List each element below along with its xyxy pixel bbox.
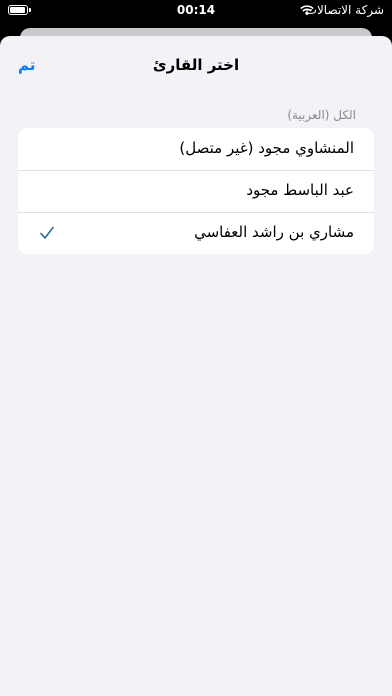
- carrier-label: شركة الاتصالات: [305, 3, 384, 17]
- reciter-label: المنشاوي مجود (غير متصل): [179, 139, 354, 157]
- section-header: الكل (العربية): [287, 108, 356, 122]
- reciter-picker-sheet: تم اختر القارئ الكل (العربية) المنشاوي م…: [0, 36, 392, 696]
- navigation-bar: تم اختر القارئ: [0, 36, 392, 92]
- reciter-label: مشاري بن راشد العفاسي: [194, 223, 354, 241]
- reciter-row-abdulbasit[interactable]: عبد الباسط مجود: [18, 170, 374, 212]
- reciter-row-alafasy[interactable]: مشاري بن راشد العفاسي: [18, 212, 374, 254]
- reciter-label: عبد الباسط مجود: [246, 181, 354, 199]
- reciter-list: المنشاوي مجود (غير متصل) عبد الباسط مجود…: [18, 128, 374, 254]
- reciter-row-minshawi[interactable]: المنشاوي مجود (غير متصل): [18, 128, 374, 170]
- status-bar: 00:14 شركة الاتصالات: [0, 0, 392, 22]
- checkmark-icon: [40, 226, 54, 239]
- page-title: اختر القارئ: [152, 56, 240, 74]
